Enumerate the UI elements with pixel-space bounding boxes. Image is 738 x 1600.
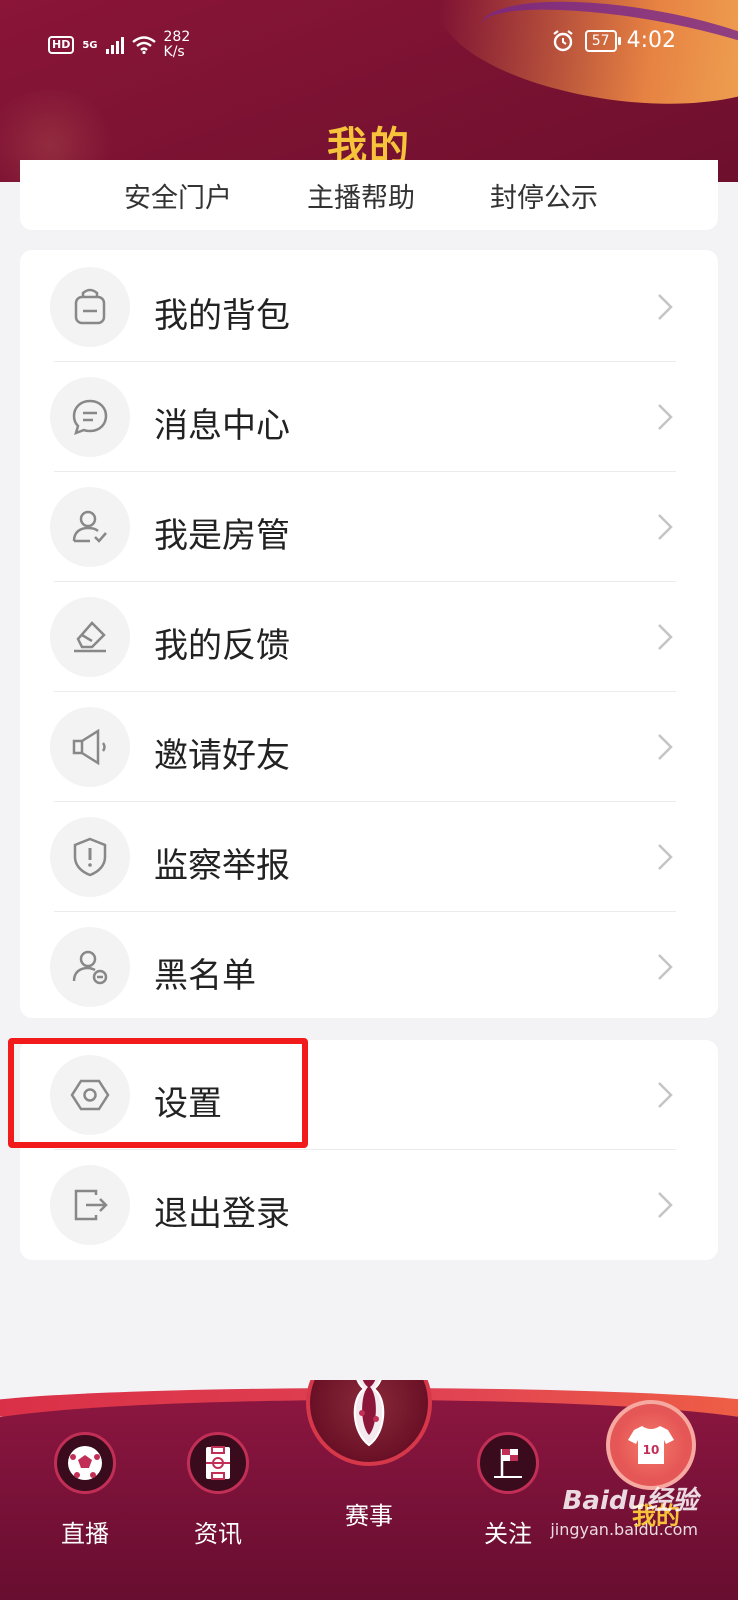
menu-item-message-center[interactable]: 消息中心: [20, 362, 718, 472]
baidu-watermark: Baidu经验: [562, 1486, 698, 1516]
feedback-icon: [50, 597, 130, 677]
menu-item-logout[interactable]: 退出登录: [20, 1150, 718, 1260]
battery-indicator: 57: [584, 29, 621, 52]
logout-icon: [50, 1165, 130, 1245]
world-cup-emblem-icon: [353, 1380, 385, 1447]
signal-type: 5G: [82, 39, 98, 51]
chevron-right-icon: [658, 1082, 673, 1108]
menu-item-label: 我的背包: [154, 296, 290, 336]
chevron-right-icon: [658, 514, 673, 540]
chevron-right-icon: [658, 734, 673, 760]
corner-flag-icon: [477, 1432, 539, 1494]
chevron-right-icon: [658, 1192, 673, 1218]
alarm-icon: [553, 29, 573, 51]
hd-badge: HD: [48, 36, 75, 54]
nav-label: 直播: [61, 1520, 109, 1548]
menu-item-backpack[interactable]: 我的背包: [20, 252, 718, 362]
menu-group-main: 我的背包 消息中心 我是房管 我的反馈 邀请好友 监察举报 黑名单: [20, 250, 718, 1018]
clock: 4:02: [626, 28, 676, 53]
jersey-icon: 10: [628, 1426, 674, 1464]
menu-item-label: 监察举报: [154, 846, 290, 886]
nav-label: 赛事: [345, 1502, 393, 1530]
quick-link-security-portal[interactable]: 安全门户: [124, 176, 232, 215]
menu-item-room-manager[interactable]: 我是房管: [20, 472, 718, 582]
bottom-nav: 直播 资讯 赛事 关注 10 我的 Baidu经验 jingyan.baidu.…: [0, 1380, 738, 1600]
blacklist-user-icon: [50, 927, 130, 1007]
nav-mine[interactable]: 10: [606, 1400, 696, 1490]
quick-links-card: 安全门户 主播帮助 封停公示: [20, 160, 718, 230]
menu-item-label: 消息中心: [154, 406, 290, 446]
quick-link-streamer-help[interactable]: 主播帮助: [307, 176, 415, 215]
menu-item-blacklist[interactable]: 黑名单: [20, 912, 718, 1022]
shield-alert-icon: [50, 817, 130, 897]
quick-link-ban-notice[interactable]: 封停公示: [490, 176, 598, 215]
menu-item-label: 我的反馈: [154, 626, 290, 666]
soccer-ball-icon: [54, 1432, 116, 1494]
menu-item-label: 我是房管: [154, 516, 290, 556]
menu-item-feedback[interactable]: 我的反馈: [20, 582, 718, 692]
nav-live[interactable]: 直播: [30, 1432, 140, 1549]
settings-highlight-box: [8, 1038, 308, 1148]
header: HD 5G 282 K/s 57 4:02 我的: [0, 0, 738, 182]
network-speed: 282 K/s: [163, 29, 191, 60]
jersey-number: 10: [643, 1443, 660, 1457]
wifi-icon: [131, 36, 156, 54]
backpack-icon: [50, 267, 130, 347]
nav-follow[interactable]: 关注: [453, 1432, 563, 1549]
status-bar: HD 5G 282 K/s 57 4:02: [0, 0, 738, 86]
menu-item-report[interactable]: 监察举报: [20, 802, 718, 912]
chevron-right-icon: [658, 294, 673, 320]
menu-item-label: 黑名单: [154, 956, 256, 996]
room-manager-icon: [50, 487, 130, 567]
menu-item-label: 邀请好友: [154, 736, 290, 776]
megaphone-icon: [50, 707, 130, 787]
signal-bars-icon: [105, 36, 124, 54]
chevron-right-icon: [658, 844, 673, 870]
nav-label: 资讯: [194, 1520, 242, 1548]
message-icon: [50, 377, 130, 457]
baidu-watermark-url: jingyan.baidu.com: [550, 1520, 698, 1539]
chevron-right-icon: [658, 404, 673, 430]
menu-item-label: 退出登录: [154, 1194, 290, 1234]
chevron-right-icon: [658, 954, 673, 980]
menu-item-invite-friends[interactable]: 邀请好友: [20, 692, 718, 802]
nav-news[interactable]: 资讯: [163, 1432, 273, 1549]
pitch-icon: [187, 1432, 249, 1494]
chevron-right-icon: [658, 624, 673, 650]
nav-label: 关注: [484, 1520, 532, 1548]
